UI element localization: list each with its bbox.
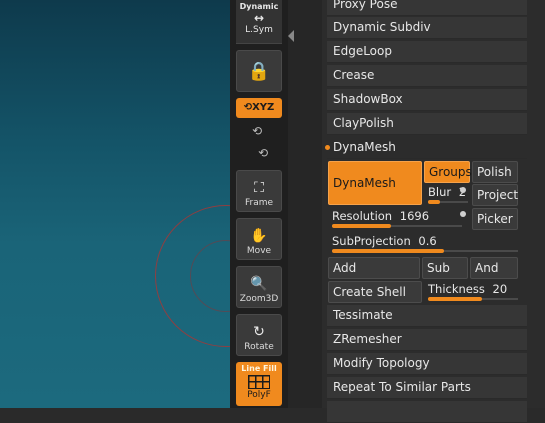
frame-label: Frame <box>244 198 274 208</box>
hand-icon: ✋ <box>250 228 268 244</box>
project-toggle[interactable]: Project <box>472 184 518 206</box>
thickness-fill <box>428 297 482 301</box>
resolution-value: 1696 <box>399 209 430 223</box>
claypolish-button[interactable]: ClayPolish <box>327 113 527 135</box>
polish-toggle[interactable]: Polish <box>472 161 518 183</box>
thickness-slider[interactable]: Thickness 20 <box>428 280 518 302</box>
next-geometry-item[interactable] <box>327 401 527 423</box>
rotate-label: Rotate <box>244 342 274 352</box>
dynamic-label: Dynamic <box>239 2 279 11</box>
subprojection-slider[interactable]: SubProjection 0.6 <box>332 232 518 254</box>
lock-icon: 🔒 <box>247 60 271 82</box>
and-button[interactable]: And <box>470 257 518 279</box>
repeat-to-similar-parts-button[interactable]: Repeat To Similar Parts <box>327 377 527 399</box>
lsym-label: L.Sym <box>245 25 273 35</box>
resolution-slider[interactable]: Resolution 1696 <box>332 207 462 229</box>
picker-button[interactable]: Picker <box>472 208 518 230</box>
dynamic-subdiv-button[interactable]: Dynamic Subdiv <box>327 17 527 39</box>
rotate-icon: ↻ <box>253 324 265 340</box>
create-shell-button[interactable]: Create Shell <box>328 281 422 303</box>
symmetry-arrows-icon: ↔ <box>253 11 265 25</box>
rotate-button[interactable]: ↻ Rotate <box>236 314 282 356</box>
crease-button[interactable]: Crease <box>327 65 527 87</box>
sub-button[interactable]: Sub <box>422 257 468 279</box>
edgeloop-button[interactable]: EdgeLoop <box>327 41 527 63</box>
resolution-label: Resolution <box>332 209 393 223</box>
collapse-arrow-icon[interactable] <box>288 30 294 42</box>
modify-topology-button[interactable]: Modify Topology <box>327 353 527 375</box>
magnifier-icon: 🔍 <box>250 276 268 292</box>
expanded-bullet-icon <box>325 145 330 150</box>
tessimate-button[interactable]: Tessimate <box>327 305 527 327</box>
polyframe-grid-icon <box>248 375 270 389</box>
thickness-label: Thickness <box>428 282 485 296</box>
thickness-value: 20 <box>492 282 508 296</box>
add-button[interactable]: Add <box>328 257 420 279</box>
resolution-indicator-dot <box>460 211 466 217</box>
blur-label: Blur <box>428 185 452 199</box>
zremesher-button[interactable]: ZRemesher <box>327 329 527 351</box>
frame-button[interactable]: ⛶ Frame <box>236 170 282 212</box>
rotate-xyz-icon: ⟲ <box>243 102 253 113</box>
xyz-button[interactable]: ⟲XYZ <box>236 98 282 118</box>
dynamesh-header-label: DynaMesh <box>333 140 396 154</box>
polyf-label: PolyF <box>247 390 271 400</box>
groups-toggle[interactable]: Groups <box>424 161 472 183</box>
lsym-button[interactable]: Dynamic ↔ L.Sym <box>236 0 282 44</box>
blur-fill <box>428 200 440 204</box>
right-shelf: Dynamic ↔ L.Sym 🔒 ⟲XYZ ⟲ ⟲ ⛶ Frame ✋ Mov… <box>230 0 288 408</box>
shadowbox-button[interactable]: ShadowBox <box>327 89 527 111</box>
frame-icon: ⛶ <box>254 180 264 196</box>
move-button[interactable]: ✋ Move <box>236 218 282 260</box>
resolution-fill <box>332 224 391 228</box>
zoom3d-label: Zoom3D <box>239 294 279 304</box>
subprojection-value: 0.6 <box>418 234 437 248</box>
proxy-pose-button[interactable]: Proxy Pose <box>327 0 527 16</box>
polyf-button[interactable]: Line Fill PolyF <box>236 362 282 406</box>
geometry-palette: Proxy Pose Dynamic Subdiv EdgeLoop Creas… <box>322 0 545 423</box>
viewport-canvas[interactable] <box>0 0 230 408</box>
subprojection-label: SubProjection <box>332 234 411 248</box>
subprojection-fill <box>332 249 444 253</box>
xyz-label: XYZ <box>252 102 275 113</box>
blur-indicator-dot <box>460 187 466 193</box>
move-label: Move <box>246 246 272 256</box>
dynamesh-button[interactable]: DynaMesh <box>328 161 422 205</box>
zoom3d-button[interactable]: 🔍 Zoom3D <box>236 266 282 308</box>
palette-gutter <box>288 0 322 408</box>
linefill-label: Line Fill <box>241 364 277 373</box>
rotate-y-icon[interactable]: ⟲ <box>252 124 262 138</box>
rotate-z-icon[interactable]: ⟲ <box>258 146 268 160</box>
camera-lock-button[interactable]: 🔒 <box>236 50 282 92</box>
dynamesh-header[interactable]: DynaMesh <box>325 137 527 159</box>
